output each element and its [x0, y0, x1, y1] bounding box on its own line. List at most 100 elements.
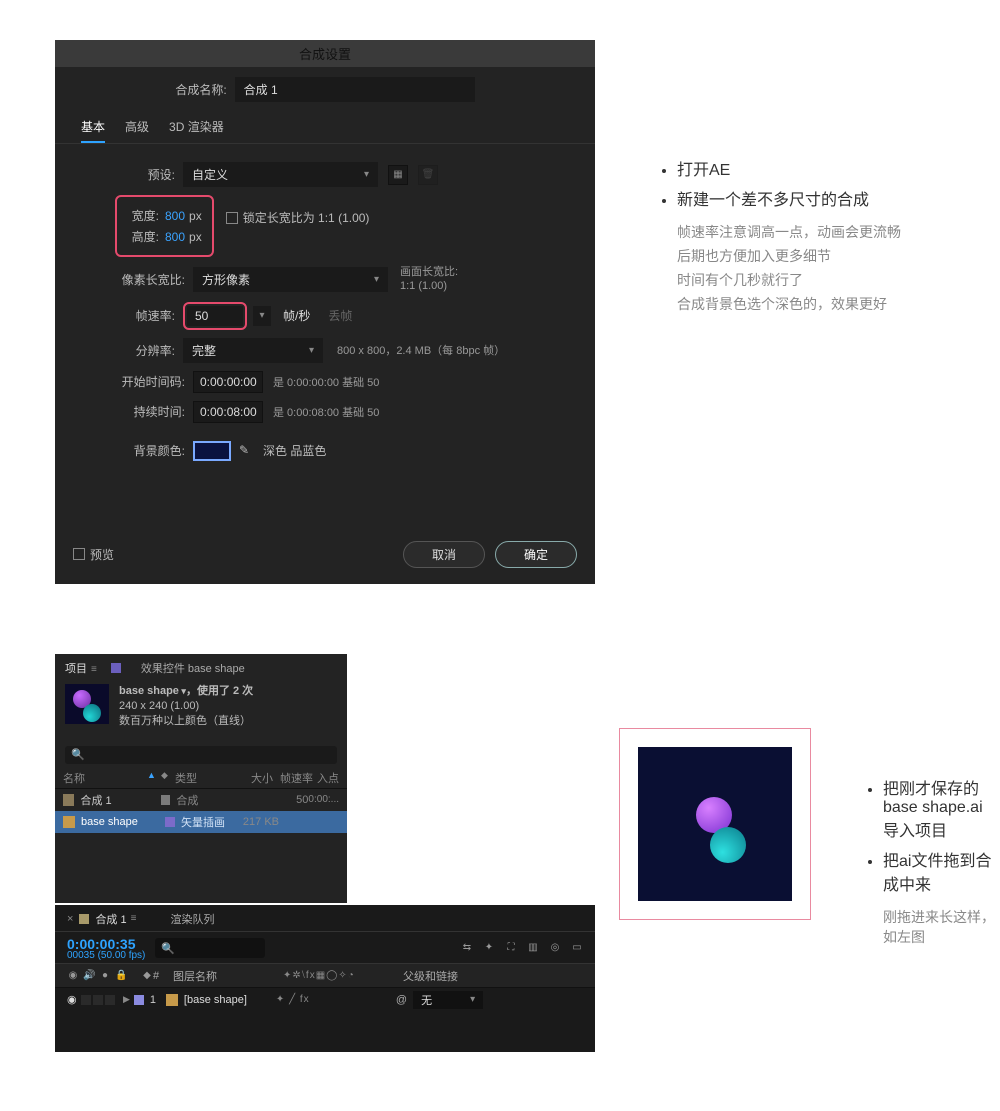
tab-basic[interactable]: 基本	[81, 114, 105, 143]
tutorial-notes-2: 把刚才保存的 base shape.ai 导入项目 把ai文件拖到合成中来 刚拖…	[861, 769, 1000, 947]
duration-input[interactable]: 0:00:08:00	[193, 401, 263, 423]
cyan-sphere-graphic	[710, 827, 746, 863]
parent-select[interactable]: 无 ▾	[413, 991, 483, 1009]
ok-button[interactable]: 确定	[495, 541, 577, 568]
col-size[interactable]: 大小	[233, 770, 273, 786]
chevron-down-icon: ▾	[364, 169, 369, 180]
timeline-layer-row[interactable]: ◉ ▶ 1 [base shape] ✦ ╱ fx @ 无	[55, 988, 595, 1012]
height-input[interactable]: 800	[165, 230, 185, 244]
resolution-select[interactable]: 完整 ▾	[183, 338, 323, 363]
item-in: 0:00:...	[308, 794, 339, 805]
graph-editor-icon[interactable]: ▭	[571, 942, 583, 954]
close-icon[interactable]: ×	[67, 913, 73, 925]
fps-dropdown-button[interactable]: ▾	[253, 306, 271, 326]
layer-switches[interactable]: ✦ ╱ fx	[276, 994, 396, 1005]
cancel-button[interactable]: 取消	[403, 541, 485, 568]
composition-settings-dialog: 合成设置 合成名称: 合成 1 基本 高级 3D 渲染器 预设: 自定义 ▾ ▦	[55, 40, 595, 584]
pixel-aspect-label: 像素长宽比:	[115, 271, 185, 288]
save-preset-icon[interactable]: ▦	[388, 165, 408, 185]
project-item-comp[interactable]: 合成 1 合成 50 0:00:...	[55, 789, 347, 811]
preview-checkbox[interactable]	[73, 548, 85, 560]
label-color[interactable]	[165, 817, 175, 827]
tab-3d-renderer[interactable]: 3D 渲染器	[169, 114, 224, 143]
project-column-headers: 名称 ▲ ◆ 类型 大小 帧速率 入点	[55, 764, 347, 789]
project-panel: 项目≡ 效果控件 base shape base shape ▾，使用了 2 次…	[55, 654, 347, 903]
project-item-ai[interactable]: base shape 矢量插画 217 KB	[55, 811, 347, 833]
frame-blend-icon[interactable]: ▥	[527, 942, 539, 954]
subnote: 刚拖进来长这样，如左图	[883, 907, 1000, 947]
layer-label-color[interactable]	[134, 995, 144, 1005]
layer-index-header: #	[153, 970, 167, 982]
fps-input[interactable]: 50	[187, 306, 243, 326]
preset-select[interactable]: 自定义 ▾	[183, 162, 378, 187]
layer-disclosure-icon[interactable]: ▶	[123, 994, 130, 1005]
item-size: 217 KB	[239, 816, 279, 828]
start-timecode-input[interactable]: 0:00:00:00	[193, 371, 263, 393]
pixel-aspect-select[interactable]: 方形像素 ▾	[193, 267, 388, 292]
preset-value: 自定义	[192, 166, 228, 183]
fps-highlight: 50	[183, 302, 247, 330]
asset-thumbnail[interactable]	[65, 684, 109, 724]
lock-column-icon: 🔒	[115, 970, 127, 982]
motion-blur-icon[interactable]: ◎	[549, 942, 561, 954]
tag-icon: ◆	[161, 770, 175, 786]
start-timecode-label: 开始时间码:	[115, 373, 185, 390]
lock-aspect-checkbox[interactable]	[226, 212, 238, 224]
width-input[interactable]: 800	[165, 209, 185, 223]
preview-label: 预览	[90, 546, 114, 563]
start-timecode-info: 是 0:00:00:00 基础 50	[273, 374, 379, 390]
effect-controls-tab[interactable]: 效果控件 base shape	[141, 660, 245, 676]
search-icon: 🔍	[161, 942, 175, 955]
panel-color-swatch	[111, 663, 121, 673]
composition-icon	[63, 794, 74, 806]
bg-color-swatch[interactable]	[193, 441, 231, 461]
layer-add-icon[interactable]: ✦	[483, 942, 495, 954]
project-search-input[interactable]: 🔍	[65, 746, 337, 764]
col-in[interactable]: 入点	[313, 770, 339, 786]
fps-unit: 帧/秒	[283, 307, 310, 324]
col-name[interactable]: 名称	[63, 770, 147, 786]
parent-header: 父级和链接	[403, 968, 583, 984]
duration-label: 持续时间:	[115, 403, 185, 420]
bg-color-label: 背景颜色:	[115, 442, 185, 459]
chevron-down-icon: ▾	[309, 345, 314, 356]
current-frame-info: 00035 (50.00 fps)	[67, 950, 145, 961]
height-label: 高度:	[127, 228, 159, 245]
layer-name[interactable]: [base shape]	[184, 994, 276, 1006]
col-type[interactable]: 类型	[175, 770, 233, 786]
tab-advanced[interactable]: 高级	[125, 114, 149, 143]
eyedropper-icon[interactable]: ✎	[239, 443, 255, 459]
comp-name-label: 合成名称:	[175, 81, 226, 98]
subnote: 合成背景色选个深色的，效果更好	[677, 294, 901, 314]
panel-menu-icon[interactable]: ≡	[131, 913, 137, 924]
audio-toggle[interactable]	[81, 995, 91, 1005]
visibility-toggle[interactable]: ◉	[67, 993, 79, 1006]
preset-label: 预设:	[115, 166, 175, 183]
resolution-label: 分辨率:	[115, 342, 175, 359]
subnote: 帧速率注意调高一点，动画会更流畅	[677, 222, 901, 242]
chevron-down-icon: ▾	[470, 994, 475, 1005]
timeline-tab-comp[interactable]: × 合成 1 ≡	[67, 911, 136, 927]
comp-name-input[interactable]: 合成 1	[235, 77, 475, 102]
eye-column-icon: ◉	[67, 970, 79, 982]
lock-toggle[interactable]	[105, 995, 115, 1005]
solo-column-icon: ●	[99, 970, 111, 982]
composition-preview	[619, 728, 811, 920]
px-unit: px	[189, 209, 202, 223]
timeline-tab-render[interactable]: 渲染队列	[170, 911, 214, 927]
label-color[interactable]	[161, 795, 171, 805]
width-label: 宽度:	[127, 207, 159, 224]
lock-aspect-label: 锁定长宽比为 1:1 (1.00)	[243, 209, 370, 226]
timeline-search-input[interactable]: 🔍	[155, 938, 265, 958]
sort-indicator-icon[interactable]: ▲	[147, 770, 161, 786]
comp-mini-flow-icon[interactable]: ⇆	[461, 942, 473, 954]
project-tab[interactable]: 项目≡	[65, 660, 97, 676]
panel-menu-icon[interactable]: ≡	[91, 664, 97, 675]
solo-toggle[interactable]	[93, 995, 103, 1005]
shy-layers-icon[interactable]: ⛶	[505, 942, 517, 954]
resolution-info: 800 x 800，2.4 MB（每 8bpc 帧）	[337, 342, 505, 358]
col-fps[interactable]: 帧速率	[273, 770, 313, 786]
pickwhip-icon[interactable]: @	[396, 994, 407, 1006]
chevron-down-icon: ▾	[374, 274, 379, 285]
dimensions-highlight: 宽度: 800 px 高度: 800 px	[115, 195, 214, 257]
